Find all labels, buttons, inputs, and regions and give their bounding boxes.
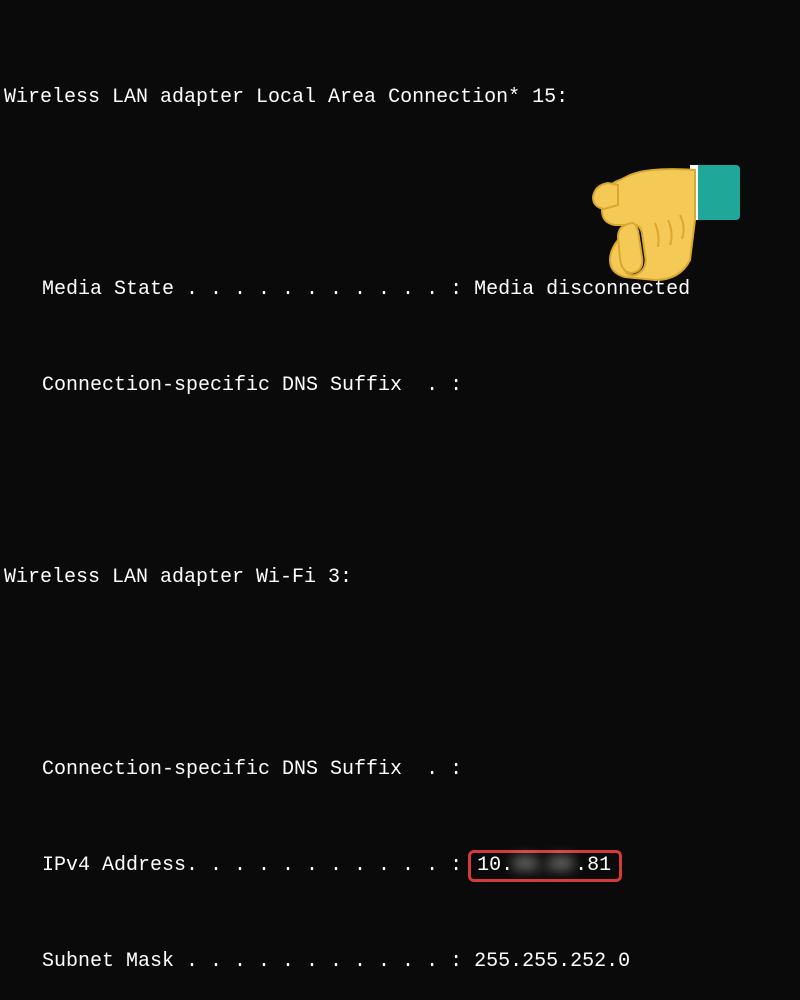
subnet-value: 255.255.252.0	[474, 950, 630, 973]
adapter2-dns-suffix: Connection-specific DNS Suffix . :	[4, 754, 800, 786]
ipv4-label: IPv4 Address. . . . . . . . . . . :	[42, 854, 474, 877]
adapter1-media-state-label: Media State . . . . . . . . . . . :	[42, 278, 474, 301]
ipv4-redacted: 00.00	[513, 853, 575, 879]
adapter2-header: Wireless LAN adapter Wi-Fi 3:	[4, 562, 800, 594]
adapter1-header: Wireless LAN adapter Local Area Connecti…	[4, 82, 800, 114]
pointing-hand-icon	[560, 155, 740, 295]
subnet-label: Subnet Mask . . . . . . . . . . . :	[42, 950, 474, 973]
adapter1-dns-suffix: Connection-specific DNS Suffix . :	[4, 370, 800, 402]
ipv4-highlighted-value: 10.00.00.81	[468, 850, 622, 882]
